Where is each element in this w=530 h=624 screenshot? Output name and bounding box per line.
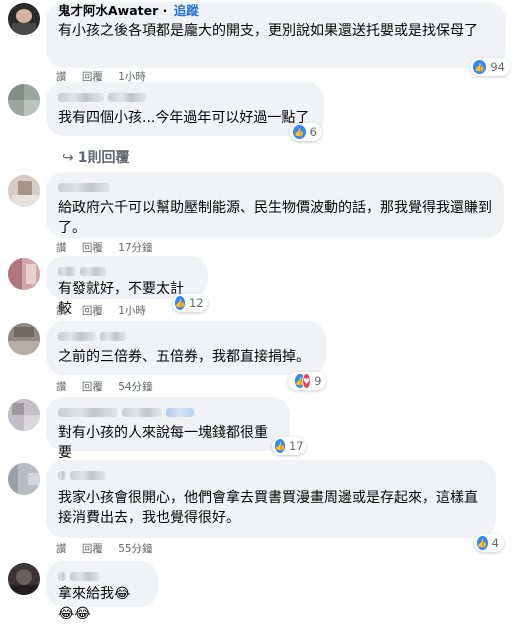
comment-bubble: 鬼才阿水Awater · 追蹤 有小孩之後各項都是龐大的開支，更別說如果還送托嬰… — [46, 2, 506, 68]
like-icon: 👍 — [476, 535, 489, 551]
commenter-avatar[interactable] — [8, 463, 40, 495]
reaction-count[interactable]: 👍 6 — [290, 123, 322, 141]
comment-bubble: 有發就好，不要太計較 — [46, 256, 208, 317]
like-icon: 👍 — [174, 295, 186, 311]
commenter-avatar[interactable] — [8, 399, 40, 431]
comment-author[interactable] — [58, 404, 278, 420]
like-button[interactable]: 讚 — [56, 381, 67, 393]
reply-arrow-icon: ↪ — [62, 150, 74, 166]
comment-bubble: 我家小孩會很開心，他們會拿去買書買漫畫周邊或是存起來，這樣直接消費出去，我也覺得… — [46, 460, 496, 538]
like-button[interactable]: 讚 — [56, 242, 67, 254]
like-icon: 👍 — [472, 59, 488, 75]
comment-text: 給政府六千可以幫助壓制能源、民生物價波動的話，那我覺得我還賺到了。 — [58, 200, 492, 236]
comment-text: 我有四個小孩...今年過年可以好過一點了 — [58, 110, 310, 126]
reaction-count[interactable]: 👍 94 — [470, 58, 510, 76]
comment-author[interactable] — [58, 568, 146, 584]
love-icon: ♥ — [301, 373, 312, 389]
commenter-avatar[interactable] — [8, 563, 40, 595]
comment-bubble: 對有小孩的人來說每一塊錢都很重要 — [46, 397, 290, 461]
reply-button[interactable]: 回覆 — [82, 543, 103, 555]
comment-actions: 讚 回覆 1小時 — [56, 303, 158, 318]
comment-actions: 讚 回覆 55分鐘 — [56, 541, 165, 556]
comment-text: 對有小孩的人來說每一塊錢都很重要 — [58, 425, 268, 461]
reaction-count[interactable]: 👍 12 — [172, 294, 208, 312]
comment-actions: 讚 回覆 17分鐘 — [56, 240, 165, 255]
view-replies-link[interactable]: ↪ 1則回覆 — [62, 147, 129, 167]
comment-author[interactable] — [58, 89, 312, 105]
reaction-count[interactable]: 👍 17 — [272, 437, 306, 455]
follow-button[interactable]: 追蹤 — [174, 3, 199, 18]
like-icon: 👍 — [274, 438, 286, 454]
comment-timestamp[interactable]: 1小時 — [118, 305, 146, 317]
comment-text: 有小孩之後各項都是龐大的開支，更別說如果還送托嬰或是找保母了 — [58, 23, 478, 39]
comment-author[interactable] — [58, 263, 196, 279]
reply-button[interactable]: 回覆 — [82, 381, 103, 393]
comment-bubble: 之前的三倍券、五倍券，我都直接捐掉。 — [46, 321, 326, 375]
comment-author[interactable] — [58, 179, 492, 195]
comment-bubble: 給政府六千可以幫助壓制能源、民生物價波動的話，那我覺得我還賺到了。 — [46, 172, 504, 238]
comment-text: 之前的三倍券、五倍券，我都直接捐掉。 — [58, 349, 310, 365]
like-button[interactable]: 讚 — [56, 305, 67, 317]
comment-author[interactable]: 鬼才阿水Awater — [58, 3, 158, 18]
like-button[interactable]: 讚 — [56, 543, 67, 555]
comment-timestamp[interactable]: 17分鐘 — [118, 242, 152, 254]
comment-text: 拿來給我😂😂😂 — [58, 586, 131, 622]
like-icon: 👍 — [292, 124, 307, 140]
comment-text: 我家小孩會很開心，他們會拿去買書買漫畫周邊或是存起來，這樣直接消費出去，我也覺得… — [58, 490, 478, 526]
commenter-avatar[interactable] — [8, 258, 40, 290]
commenter-avatar[interactable] — [8, 323, 40, 355]
reply-button[interactable]: 回覆 — [82, 305, 103, 317]
commenter-avatar[interactable] — [8, 3, 40, 35]
comment-timestamp[interactable]: 54分鐘 — [118, 381, 152, 393]
comment-actions: 讚 回覆 54分鐘 — [56, 379, 165, 394]
comment-bubble: 我有四個小孩...今年過年可以好過一點了 — [46, 82, 324, 136]
comment-bubble: 拿來給我😂😂😂 — [46, 561, 158, 622]
comment-timestamp[interactable]: 55分鐘 — [118, 543, 152, 555]
commenter-avatar[interactable] — [8, 84, 40, 116]
comment-author[interactable] — [58, 328, 314, 344]
reaction-count[interactable]: 👍 4 — [474, 534, 504, 552]
commenter-avatar[interactable] — [8, 175, 40, 207]
comment-author[interactable] — [58, 467, 484, 483]
reaction-count[interactable]: 👍 ♥ 9 — [288, 372, 326, 390]
reply-button[interactable]: 回覆 — [82, 242, 103, 254]
